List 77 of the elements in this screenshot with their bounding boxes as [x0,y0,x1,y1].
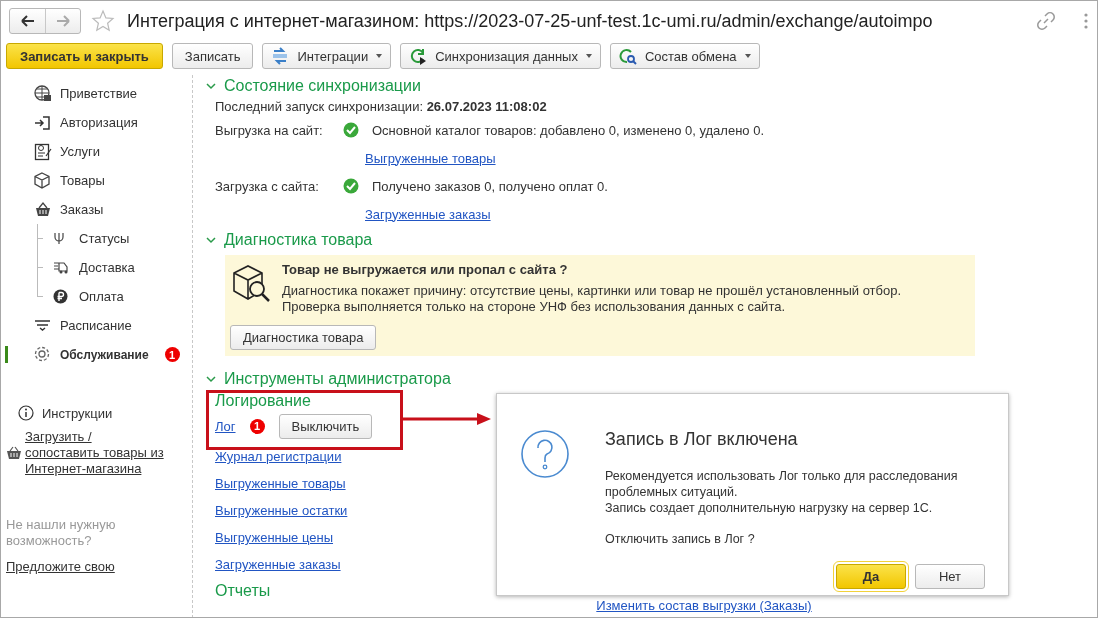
dialog-message: Запись создает дополнительную нагрузку на сервер 1С. [605,500,934,516]
status-label: Загрузка с сайта: [215,178,320,194]
hint-text: Не нашли нужную возможность? [5,517,117,549]
sidebar-item[interactable]: Авторизация [1,108,192,137]
info-icon [18,405,34,421]
dialog-title: Запись в Лог включена [605,429,799,450]
sidebar-item[interactable]: Расписание [1,311,192,340]
last-run-text: Последний запуск синхронизации: 26.07.2023 11:08:02 [215,98,548,116]
subsection-title: Логирование [215,391,312,411]
dialog-question: Отключить запись в Лог ? [605,532,756,546]
section-title[interactable]: Диагностика товара [224,231,373,249]
sidebar-icon [34,142,52,161]
sidebar-icon [53,259,69,276]
back-arrow-icon [20,15,35,27]
report-link[interactable]: Загруженные заказы [365,206,491,222]
report-link[interactable]: Журнал регистрации [215,449,342,464]
window-title: Интеграция с интернет-магазином: https://2023-07-25-unf-test.1c-umi.ru/admin/exchange/autoimpo [127,10,934,32]
status-text: Основной каталог товаров: добавлено 0, изменено 0, удалено 0. [372,122,765,138]
chevron-icon[interactable] [205,234,217,246]
disable-button[interactable]: Выключить [278,413,373,439]
caret-icon [585,54,592,58]
section-title[interactable]: Инструменты администратора [224,370,451,388]
basket-icon [6,446,22,460]
toolbar-icon [618,47,637,65]
suggest-link[interactable]: Предложите свою [6,559,115,574]
sidebar-item[interactable]: Обслуживание 1 [1,340,192,369]
question-icon [521,430,569,478]
section-title[interactable]: Состояние синхронизации [224,77,421,95]
star-icon[interactable] [91,9,115,33]
status-label: Выгрузка на сайт: [215,122,324,138]
link-icon[interactable] [1037,12,1055,30]
caret-icon [744,54,751,58]
notice-text: Проверка выполняется только на стороне УНФ без использования данных с сайта. [282,299,787,315]
sidebar-item[interactable]: Товары [1,166,192,195]
sidebar-item[interactable]: Доставка [1,253,192,282]
dialog-button[interactable]: Нет [915,564,985,589]
sidebar-icon [34,84,52,103]
sidebar-item[interactable]: Приветствие [1,79,192,108]
caret-icon [376,54,383,58]
report-link[interactable]: Выгруженные остатки [215,503,348,518]
dialog-message: Рекомендуется использовать Лог только для расследования проблемных ситуаций. [605,468,959,500]
report-link[interactable]: Выгруженные товары [215,476,346,491]
toolbar-button[interactable]: Интеграции [262,43,392,69]
sidebar-icon [34,200,52,219]
sidebar-item[interactable]: Услуги [1,137,192,166]
notice-text: Диагностика покажет причину: отсутствие цены, картинки или товар не прошёл установленный отбор. [282,283,902,299]
toolbar-button[interactable]: Состав обмена [609,43,760,69]
toolbar-button[interactable]: Синхронизация данных [400,43,601,69]
report-link[interactable]: Изменить состав выгрузки (Заказы) [596,598,812,613]
notice-heading: Товар не выгружается или пропал с сайта ? [282,262,569,277]
report-link[interactable]: Выгруженные товары [365,150,496,166]
log-link[interactable]: Лог [215,418,236,434]
chevron-icon[interactable] [205,373,217,385]
toolbar-icon [271,47,290,65]
status-text: Получено заказов 0, получено оплат 0. [372,178,608,194]
toolbar-icon [409,47,428,65]
subsection-title: Отчеты [215,581,271,601]
more-icon[interactable] [1083,12,1089,30]
diagnostics-button[interactable]: Диагностика товара [230,325,377,350]
dialog-button[interactable]: Да [836,564,906,589]
sidebar-item[interactable]: Заказы [1,195,192,224]
toolbar-button[interactable]: Записать [171,43,254,69]
report-link[interactable]: Загруженные заказы [215,557,341,572]
notification-badge: 1 [164,347,180,362]
sidebar-icon [34,345,52,364]
chevron-icon[interactable] [205,80,217,92]
import-link[interactable]: Загрузить / сопоставить товары из Интернет-магазина [25,429,165,477]
sidebar-item[interactable]: Оплата [1,282,192,311]
report-link[interactable]: Выгруженные цены [215,530,333,545]
instructions-link[interactable]: Инструкции [42,405,113,421]
toolbar-button[interactable]: Записать и закрыть [6,43,163,69]
forward-arrow-icon [56,15,70,27]
notification-badge: 1 [249,418,265,434]
sidebar-icon [34,113,52,132]
sidebar-item[interactable]: Статусы [1,224,192,253]
sidebar-icon [53,288,69,305]
sidebar-icon [34,171,52,190]
